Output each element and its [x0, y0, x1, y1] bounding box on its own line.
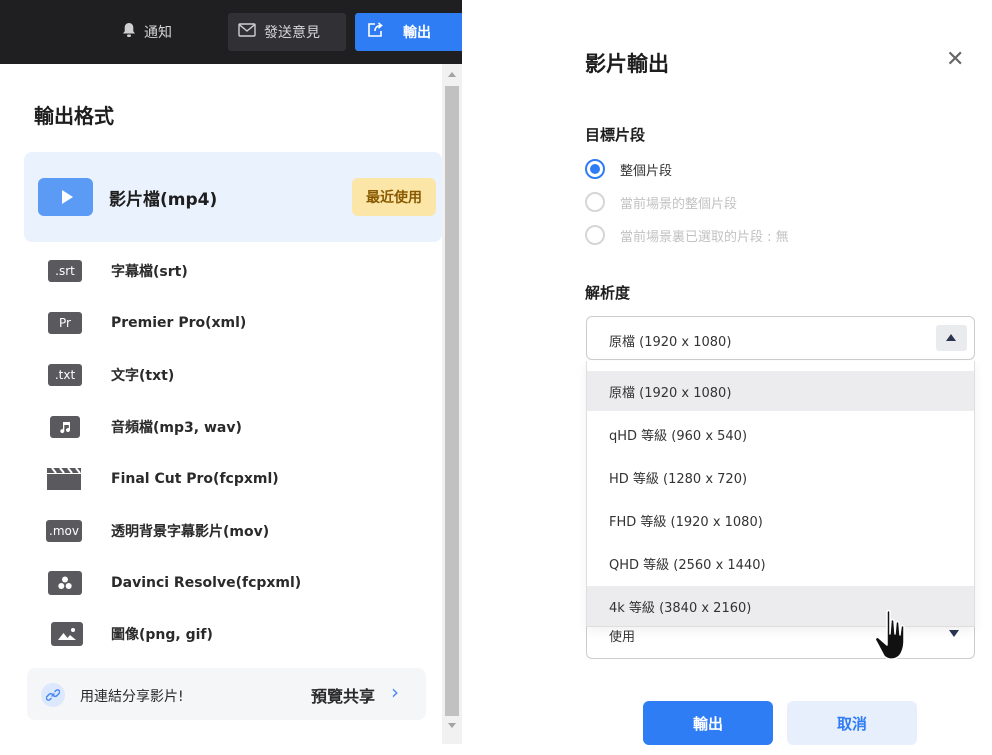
radio-button[interactable]: [585, 192, 605, 212]
premiere-icon: Pr: [48, 312, 82, 334]
format-label-audio: 音頻檔(mp3, wav): [111, 420, 242, 436]
chevron-up-icon[interactable]: [936, 325, 967, 351]
cancel-button[interactable]: 取消: [787, 701, 917, 745]
export-button[interactable]: 輸出: [643, 701, 773, 745]
format-label-image: 圖像(png, gif): [111, 627, 213, 643]
share-link-box[interactable]: 用連結分享影片! 預覽共享 ›: [27, 668, 426, 720]
segment-section-title: 目標片段: [585, 126, 646, 144]
chevron-down-icon: [949, 630, 959, 637]
mov-icon: .mov: [46, 520, 82, 542]
mail-icon: [238, 23, 256, 41]
format-item-image[interactable]: 圖像(png, gif): [24, 614, 442, 654]
radio-selected-segment[interactable]: 當前場景裏已選取的片段 : 無: [585, 223, 789, 247]
resolution-option[interactable]: 原檔 (1920 x 1080): [587, 371, 974, 411]
resolution-option[interactable]: HD 等級 (1280 x 720): [587, 457, 974, 497]
resolution-select-value: 原檔 (1920 x 1080): [609, 335, 732, 350]
format-label-mp4: 影片檔(mp4): [109, 190, 218, 210]
format-item-premiere[interactable]: Pr Premier Pro(xml): [24, 303, 442, 343]
preview-share-link[interactable]: 預覽共享: [311, 683, 375, 707]
radio-current-scene[interactable]: 當前場景的整個片段: [585, 190, 737, 214]
format-label-premiere: Premier Pro(xml): [111, 315, 247, 331]
format-item-txt[interactable]: .txt 文字(txt): [24, 355, 442, 395]
scroll-thumb[interactable]: [445, 86, 459, 716]
radio-label-current-scene: 當前場景的整個片段: [620, 196, 738, 212]
notify-button[interactable]: 通知: [122, 13, 172, 51]
feedback-button[interactable]: 發送意見: [228, 13, 346, 51]
format-item-audio[interactable]: 音頻檔(mp3, wav): [24, 407, 442, 447]
image-icon: [51, 622, 83, 646]
resolution-select[interactable]: 原檔 (1920 x 1080): [586, 316, 975, 360]
format-label-txt: 文字(txt): [111, 368, 175, 384]
secondary-select-value: 使用: [609, 630, 636, 645]
format-item-finalcut[interactable]: Final Cut Pro(fcpxml): [24, 459, 442, 499]
radio-whole-clip[interactable]: 整個片段: [585, 157, 672, 181]
resolution-dropdown: 原檔 (1920 x 1080) qHD 等級 (960 x 540) HD 等…: [586, 361, 975, 627]
format-panel-scrollbar[interactable]: [442, 64, 462, 744]
format-item-davinci[interactable]: Davinci Resolve(fcpxml): [24, 563, 442, 603]
resolution-option[interactable]: FHD 等級 (1920 x 1080): [587, 500, 974, 540]
screen: 通知 發送意見 輸出 輸出格式 影片檔(mp4) 最近使用 .srt 字幕檔(s…: [0, 0, 992, 755]
export-share-icon: [367, 22, 385, 42]
clapperboard-icon: [46, 466, 82, 492]
export-format-panel: 輸出格式 影片檔(mp4) 最近使用 .srt 字幕檔(srt) Pr Prem…: [10, 64, 463, 744]
link-icon: [41, 683, 65, 707]
format-label-davinci: Davinci Resolve(fcpxml): [111, 575, 302, 591]
play-icon: [38, 178, 93, 216]
format-label-mov: 透明背景字幕影片(mov): [111, 524, 270, 540]
export-top-button[interactable]: 輸出: [355, 13, 462, 51]
resolution-option[interactable]: QHD 等級 (2560 x 1440): [587, 543, 974, 583]
radio-label-whole-clip: 整個片段: [620, 163, 673, 179]
format-label-srt: 字幕檔(srt): [111, 264, 188, 280]
share-text: 用連結分享影片!: [80, 689, 184, 705]
format-label-finalcut: Final Cut Pro(fcpxml): [111, 471, 279, 487]
recent-badge: 最近使用: [352, 178, 436, 216]
panel-title: 輸出格式: [34, 104, 114, 128]
close-icon[interactable]: ✕: [946, 46, 964, 74]
top-bar: 通知 發送意見 輸出: [0, 0, 462, 64]
hand-cursor-icon: [872, 608, 920, 668]
format-item-mp4[interactable]: 影片檔(mp4) 最近使用: [24, 152, 442, 242]
radio-label-selected-segment: 當前場景裏已選取的片段 : 無: [620, 229, 789, 245]
radio-button[interactable]: [585, 225, 605, 245]
resolution-option[interactable]: qHD 等級 (960 x 540): [587, 414, 974, 454]
davinci-icon: [48, 571, 82, 595]
format-item-mov[interactable]: .mov 透明背景字幕影片(mov): [24, 511, 442, 551]
notify-label: 通知: [144, 25, 172, 41]
format-item-srt[interactable]: .srt 字幕檔(srt): [24, 251, 442, 291]
srt-icon: .srt: [48, 260, 82, 282]
radio-button-selected[interactable]: [585, 159, 605, 179]
scroll-down-arrow-icon[interactable]: [448, 723, 456, 728]
bell-icon: [122, 22, 136, 42]
chevron-right-icon: ›: [391, 680, 399, 704]
export-top-label: 輸出: [403, 25, 431, 41]
video-export-dialog: 影片輸出 ✕ 目標片段 整個片段 當前場景的整個片段 當前場景裏已選取的片段 :…: [560, 0, 992, 755]
txt-icon: .txt: [48, 364, 82, 386]
music-note-icon: [50, 416, 80, 438]
resolution-section-title: 解析度: [585, 284, 631, 302]
dialog-title: 影片輸出: [585, 52, 669, 76]
feedback-label: 發送意見: [264, 25, 320, 41]
scroll-up-arrow-icon[interactable]: [448, 72, 456, 77]
